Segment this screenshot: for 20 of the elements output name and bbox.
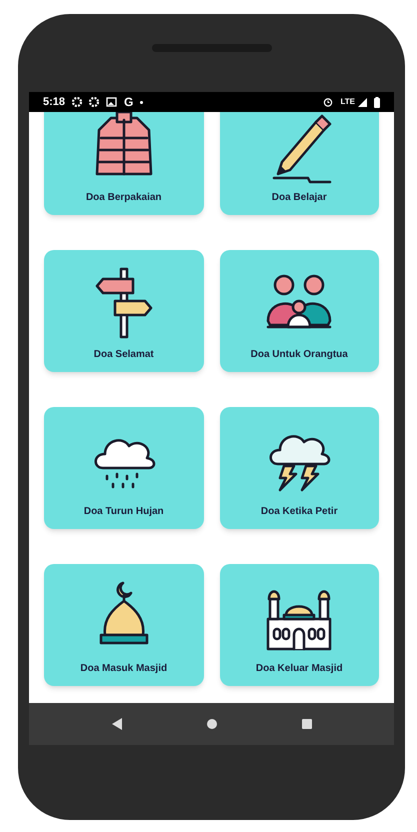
prayer-card[interactable]: Doa Selamat xyxy=(44,250,204,372)
settings-icon xyxy=(72,97,82,107)
google-mark: G xyxy=(124,94,134,111)
image-icon xyxy=(106,97,118,107)
battery-icon xyxy=(374,96,380,108)
home-icon[interactable] xyxy=(206,718,218,730)
prayer-card[interactable]: Doa Untuk Orangtua xyxy=(220,250,379,372)
back-icon[interactable] xyxy=(110,717,122,731)
alarm-icon xyxy=(323,97,334,107)
status-time: 5:18 xyxy=(43,94,66,110)
recents-icon[interactable] xyxy=(300,718,312,730)
network-type: LTE xyxy=(340,96,355,108)
settings-icon xyxy=(89,97,100,107)
signal-icon xyxy=(358,98,367,106)
prayer-card[interactable]: Doa Keluar Masjid xyxy=(220,564,379,686)
prayer-card[interactable]: Doa Masuk Masjid xyxy=(44,564,204,686)
prayer-card[interactable]: Doa Belajar xyxy=(220,112,379,215)
prayer-card[interactable]: Doa Ketika Petir xyxy=(220,407,379,529)
prayer-card[interactable]: Doa Turun Hujan xyxy=(44,407,204,529)
prayer-card[interactable]: Doa Berpakaian xyxy=(44,112,204,215)
